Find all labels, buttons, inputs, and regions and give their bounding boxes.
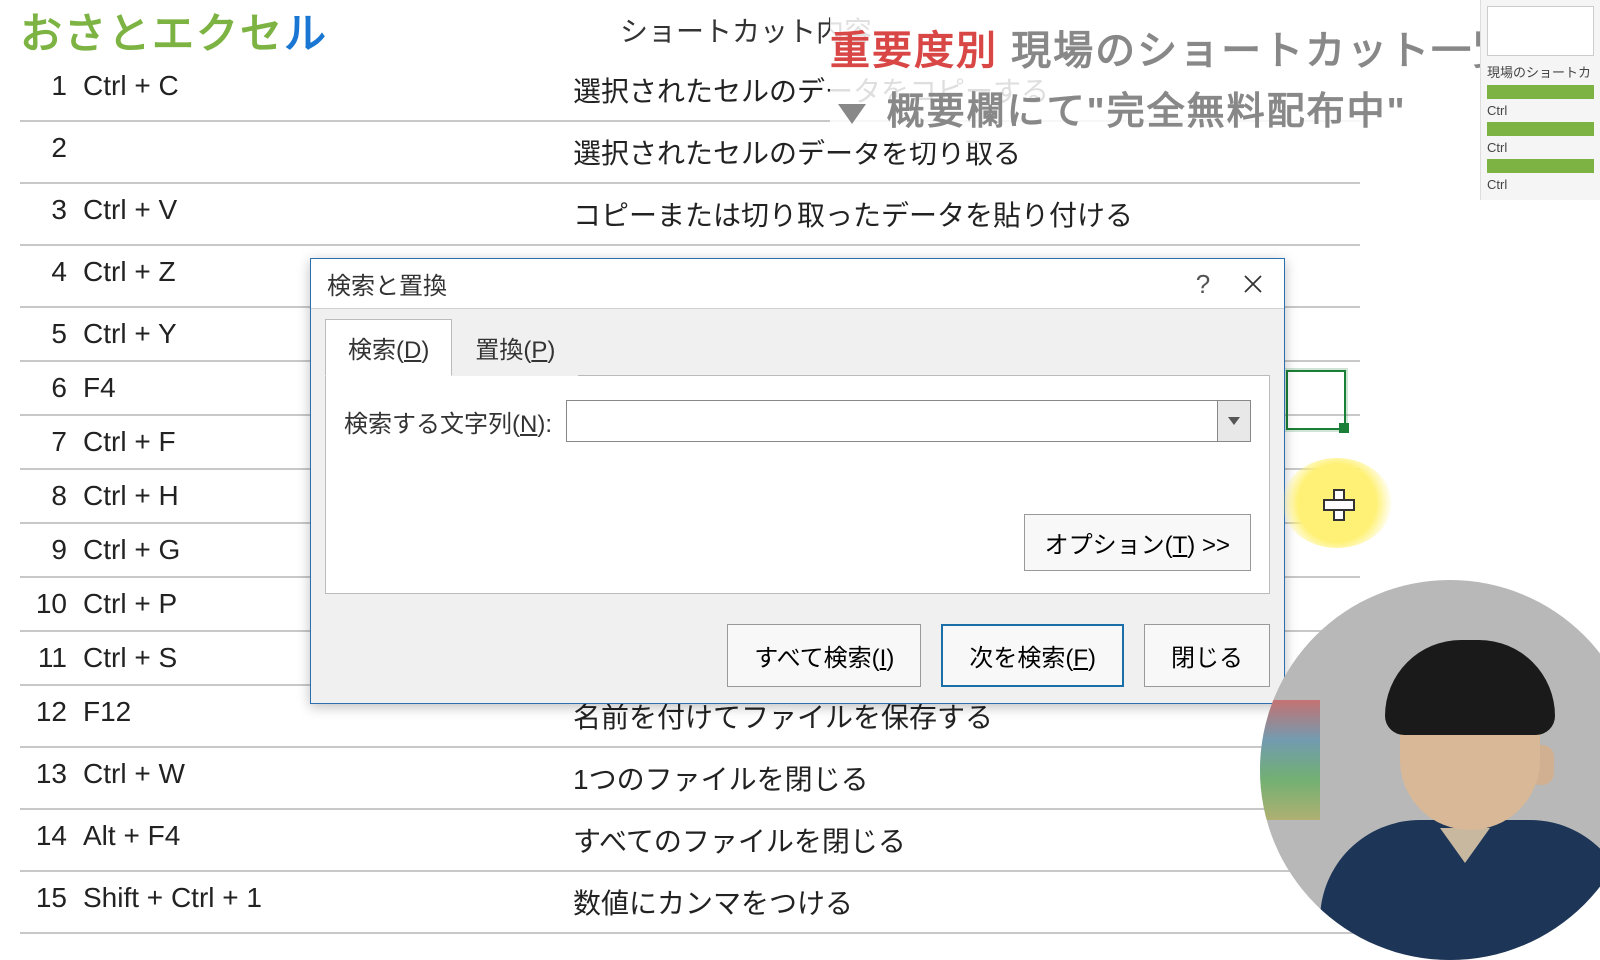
row-number: 12 xyxy=(20,686,75,746)
find-all-button[interactable]: すべて検索(I) xyxy=(727,624,921,687)
row-number: 1 xyxy=(20,60,75,120)
row-number: 10 xyxy=(20,578,75,630)
tab-replace[interactable]: 置換(P) xyxy=(452,319,578,376)
banner-rest-text: 現場のショートカット一覧 xyxy=(1011,29,1515,73)
header-description: ショートカット内容 xyxy=(20,6,872,54)
row-description: 1つのファイルを閉じる xyxy=(565,748,1360,808)
chevron-down-icon xyxy=(1228,417,1240,425)
row-number: 2 xyxy=(20,122,75,182)
row-number: 9 xyxy=(20,524,75,576)
row-shortcut: Ctrl + V xyxy=(75,184,565,244)
close-button[interactable] xyxy=(1228,261,1278,307)
thumbnail-title: 現場のショートカ xyxy=(1487,62,1594,81)
thumbnail-bar xyxy=(1487,159,1594,173)
close-dialog-button[interactable]: 閉じる xyxy=(1144,624,1270,687)
banner-red-text: 重要度別 xyxy=(830,29,998,73)
table-row[interactable]: 15Shift + Ctrl + 1数値にカンマをつける xyxy=(20,872,1360,934)
row-number: 6 xyxy=(20,362,75,414)
dialog-title: 検索と置換 xyxy=(327,266,1178,301)
webcam-background xyxy=(1260,700,1320,820)
close-icon xyxy=(1243,274,1263,294)
options-button[interactable]: オプション(T) >> xyxy=(1024,514,1251,571)
search-input[interactable] xyxy=(566,400,1217,442)
thumbnail-card: 現場のショートカ Ctrl Ctrl Ctrl xyxy=(1480,0,1600,200)
thumbnail-bar xyxy=(1487,85,1594,99)
find-replace-dialog: 検索と置換 ? 検索(D) 置換(P) 検索する文字列(N): xyxy=(310,258,1285,704)
search-dropdown-button[interactable] xyxy=(1217,400,1251,442)
thumbnail-line: Ctrl xyxy=(1487,140,1594,155)
banner-line2-b: "完全無料配布中" xyxy=(1087,91,1407,133)
banner-line-2: 概要欄にて"完全無料配布中" xyxy=(830,80,1580,135)
table-row[interactable]: 14Alt + F4すべてのファイルを閉じる xyxy=(20,810,1360,872)
triangle-down-icon xyxy=(838,104,866,124)
tab-content: 検索する文字列(N): オプション(T) >> xyxy=(325,375,1270,594)
banner-line-1: 重要度別 現場のショートカット一覧 xyxy=(830,18,1580,76)
row-number: 15 xyxy=(20,872,75,932)
webcam-hair xyxy=(1385,640,1555,735)
search-field-row: 検索する文字列(N): xyxy=(344,400,1251,442)
row-number: 13 xyxy=(20,748,75,808)
row-shortcut: Shift + Ctrl + 1 xyxy=(75,872,565,932)
row-number: 4 xyxy=(20,246,75,306)
table-row[interactable]: 3Ctrl + Vコピーまたは切り取ったデータを貼り付ける xyxy=(20,184,1360,246)
row-shortcut xyxy=(75,122,565,182)
help-button[interactable]: ? xyxy=(1178,261,1228,307)
dialog-body: 検索(D) 置換(P) 検索する文字列(N): オプション xyxy=(311,309,1284,608)
find-next-button[interactable]: 次を検索(F) xyxy=(941,624,1124,687)
thumbnail-line: Ctrl xyxy=(1487,177,1594,192)
thumbnail-line: Ctrl xyxy=(1487,103,1594,118)
options-row: オプション(T) >> xyxy=(344,514,1251,571)
dialog-tabs: 検索(D) 置換(P) xyxy=(325,319,1270,376)
banner-line2-a: 概要欄にて xyxy=(887,91,1087,133)
cursor-highlight xyxy=(1282,458,1392,548)
row-shortcut: Alt + F4 xyxy=(75,810,565,870)
excel-cursor-icon xyxy=(1323,489,1351,517)
row-number: 3 xyxy=(20,184,75,244)
thumbnail-bars: Ctrl Ctrl Ctrl xyxy=(1487,85,1594,192)
row-number: 7 xyxy=(20,416,75,468)
thumbnail-preview xyxy=(1487,6,1594,56)
row-description: すべてのファイルを閉じる xyxy=(565,810,1360,870)
promo-banner: 重要度別 現場のショートカット一覧 概要欄にて"完全無料配布中" xyxy=(830,10,1580,143)
table-row[interactable]: 13Ctrl + W1つのファイルを閉じる xyxy=(20,748,1360,810)
dialog-titlebar[interactable]: 検索と置換 ? xyxy=(311,259,1284,309)
search-combobox xyxy=(566,400,1251,442)
row-number: 8 xyxy=(20,470,75,522)
row-number: 14 xyxy=(20,810,75,870)
row-number: 5 xyxy=(20,308,75,360)
thumbnail-bar xyxy=(1487,122,1594,136)
row-description: 数値にカンマをつける xyxy=(565,872,1360,932)
tab-search[interactable]: 検索(D) xyxy=(325,319,452,376)
selected-cell-marker[interactable] xyxy=(1286,370,1346,430)
row-shortcut: Ctrl + C xyxy=(75,60,565,120)
dialog-footer: すべて検索(I) 次を検索(F) 閉じる xyxy=(311,608,1284,703)
row-number: 11 xyxy=(20,632,75,684)
search-field-label: 検索する文字列(N): xyxy=(344,404,552,439)
row-shortcut: Ctrl + W xyxy=(75,748,565,808)
webcam-collar xyxy=(1440,828,1490,863)
row-description: コピーまたは切り取ったデータを貼り付ける xyxy=(565,184,1360,244)
